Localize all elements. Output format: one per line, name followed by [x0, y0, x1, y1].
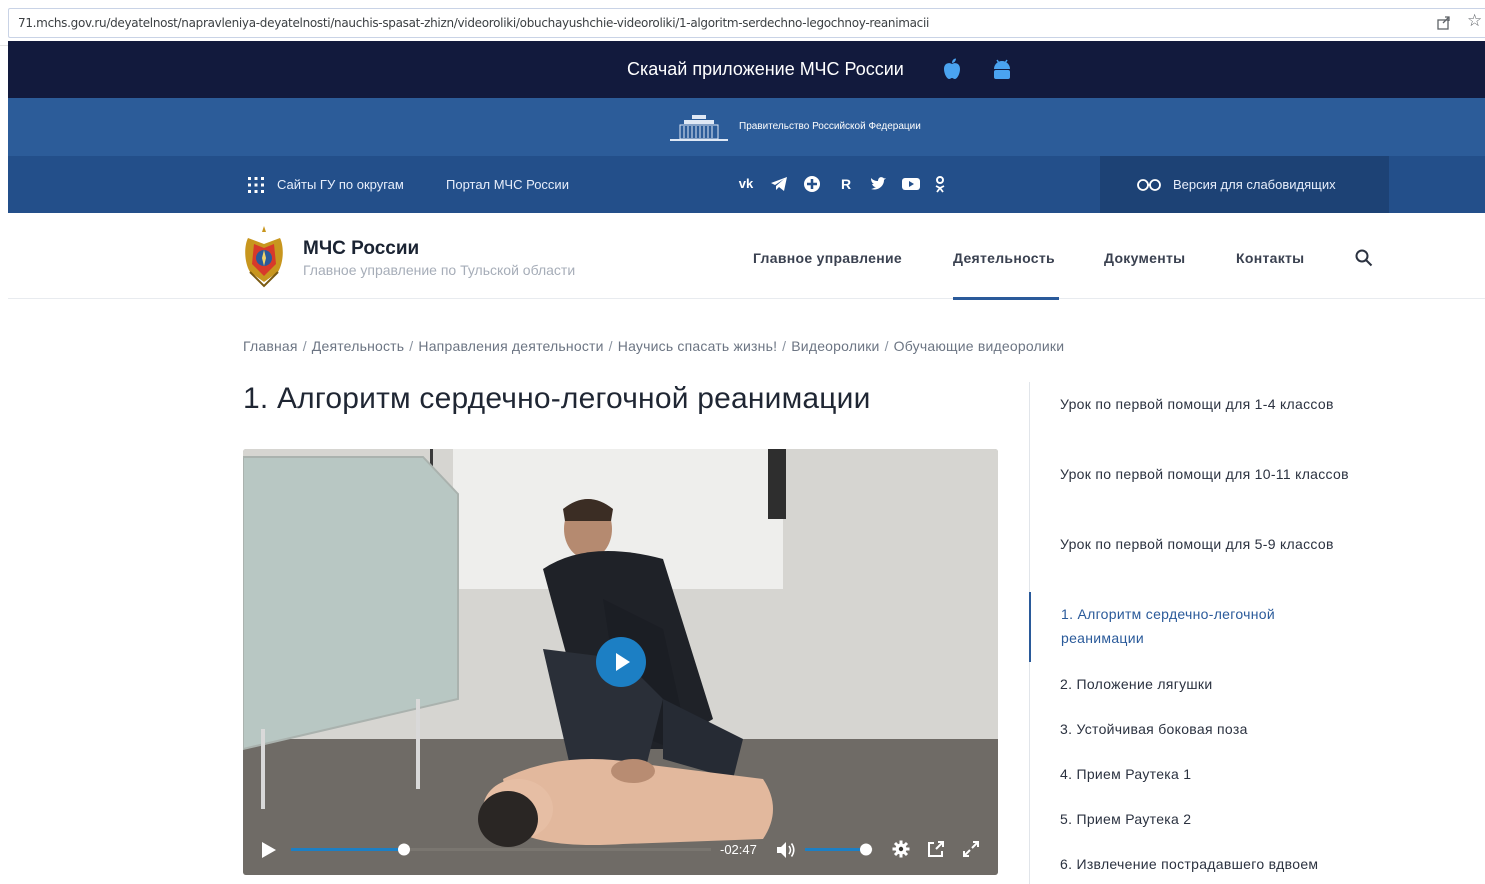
nav-activity[interactable]: Деятельность	[953, 250, 1055, 266]
video-player[interactable]: -02:47	[243, 449, 998, 875]
sidebar-item-two-person-extraction[interactable]: 6. Извлечение пострадавшего вдвоем	[1060, 852, 1350, 876]
mchs-emblem-logo[interactable]	[240, 224, 288, 288]
odnoklassniki-icon[interactable]	[933, 174, 947, 194]
sidebar-item-frog-position[interactable]: 2. Положение лягушки	[1060, 672, 1350, 696]
sidebar-item-rautek-2[interactable]: 5. Прием Раутека 2	[1060, 807, 1350, 831]
settings-gear-icon[interactable]	[892, 840, 910, 858]
government-building-icon[interactable]	[670, 113, 728, 143]
play-button-large[interactable]	[596, 637, 646, 687]
page-title: 1. Алгоритм сердечно-легочной реанимации	[243, 382, 871, 415]
app-download-banner: Скачай приложение МЧС России	[8, 41, 1485, 98]
nav-contacts[interactable]: Контакты	[1236, 250, 1304, 266]
app-banner-text[interactable]: Скачай приложение МЧС России	[627, 59, 904, 80]
brand-subtitle: Главное управление по Тульской области	[303, 262, 576, 278]
active-item-marker	[1029, 592, 1031, 662]
progress-bar[interactable]	[291, 839, 721, 859]
breadcrumb: Главная / Деятельность / Направления деятель…	[243, 338, 1065, 354]
android-icon[interactable]	[991, 58, 1013, 82]
nav-documents[interactable]: Документы	[1104, 250, 1185, 266]
youtube-icon[interactable]	[901, 174, 921, 194]
apple-icon[interactable]	[941, 57, 963, 81]
url-text[interactable]: 71.mchs.gov.ru/deyatelnost/napravleniya-…	[18, 16, 929, 30]
government-link[interactable]: Правительство Российской Федерации	[739, 121, 921, 132]
play-icon[interactable]	[261, 841, 277, 859]
breadcrumb-activity[interactable]: Деятельность	[312, 338, 405, 354]
ok-circle-icon[interactable]	[802, 174, 822, 194]
government-bar: Правительство Российской Федерации	[8, 98, 1485, 156]
sidebar-item-recovery-position[interactable]: 3. Устойчивая боковая поза	[1060, 717, 1350, 741]
regional-sites-link[interactable]: Сайты ГУ по округам	[277, 177, 404, 192]
glasses-icon	[1137, 179, 1161, 191]
nav-main-directorate[interactable]: Главное управление	[753, 250, 902, 266]
sidebar-item-cpr-algorithm[interactable]: 1. Алгоритм сердечно-легочной реанимации	[1061, 602, 1351, 650]
portal-link[interactable]: Портал МЧС России	[446, 177, 569, 192]
top-navigation: Сайты ГУ по округам Портал МЧС России vk…	[8, 156, 1485, 213]
share-icon[interactable]	[1436, 14, 1452, 30]
vk-icon[interactable]: vk	[736, 174, 756, 194]
breadcrumb-directions[interactable]: Направления деятельности	[418, 338, 603, 354]
open-external-icon[interactable]	[927, 840, 945, 858]
breadcrumb-videos[interactable]: Видеоролики	[791, 338, 879, 354]
browser-address-bar: 71.mchs.gov.ru/deyatelnost/napravleniya-…	[0, 0, 1485, 46]
breadcrumb-learn-save-lives[interactable]: Научись спасать жизнь!	[618, 338, 777, 354]
grid-menu-icon[interactable]	[247, 176, 265, 194]
sidebar-item-lesson-10-11[interactable]: Урок по первой помощи для 10-11 классов	[1060, 462, 1350, 486]
video-list-sidebar: Урок по первой помощи для 1-4 классов Ур…	[1029, 382, 1359, 884]
progress-thumb	[398, 843, 410, 856]
rutube-icon[interactable]: R	[836, 174, 856, 194]
twitter-icon[interactable]	[869, 174, 889, 194]
time-remaining: -02:47	[720, 842, 757, 857]
brand-name[interactable]: МЧС России	[303, 238, 419, 260]
volume-fill	[805, 848, 866, 851]
sidebar-item-rautek-1[interactable]: 4. Прием Раутека 1	[1060, 762, 1350, 786]
low-vision-label: Версия для слабовидящих	[1173, 177, 1336, 192]
volume-thumb	[860, 843, 872, 856]
low-vision-version-button[interactable]: Версия для слабовидящих	[1100, 156, 1389, 213]
telegram-icon[interactable]	[769, 174, 789, 194]
volume-icon[interactable]	[775, 840, 797, 860]
site-header: МЧС России Главное управление по Тульско…	[8, 213, 1485, 300]
sidebar-item-lesson-5-9[interactable]: Урок по первой помощи для 5-9 классов	[1060, 532, 1350, 556]
progress-fill	[291, 848, 404, 851]
video-controls: -02:47	[243, 825, 998, 875]
bookmark-star-icon[interactable]: ☆	[1467, 11, 1482, 31]
breadcrumb-home[interactable]: Главная	[243, 338, 298, 354]
fullscreen-icon[interactable]	[962, 840, 980, 858]
breadcrumb-training-videos: Обучающие видеоролики	[893, 338, 1065, 354]
sidebar-item-lesson-1-4[interactable]: Урок по первой помощи для 1-4 классов	[1060, 392, 1350, 416]
active-nav-underline	[953, 297, 1059, 300]
search-icon[interactable]	[1355, 249, 1373, 267]
volume-slider[interactable]	[805, 839, 881, 859]
